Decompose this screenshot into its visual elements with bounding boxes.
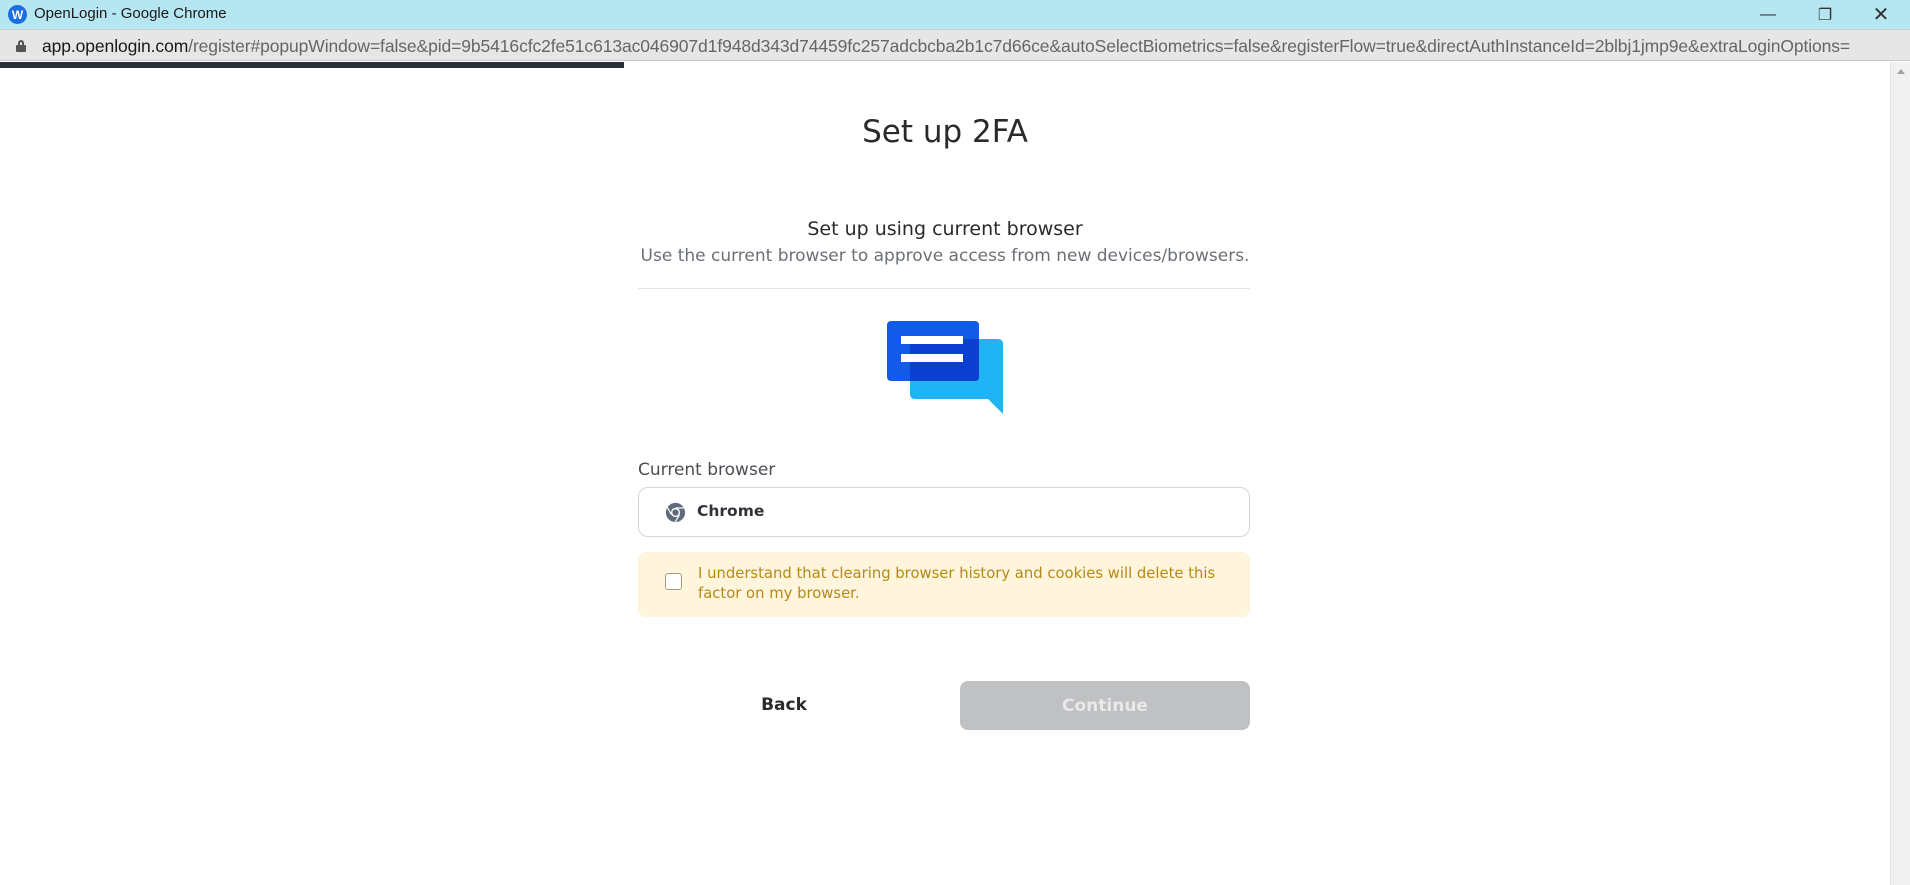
url-host: app.openlogin.com — [42, 36, 189, 56]
minimize-button[interactable]: — — [1740, 0, 1796, 29]
url-text[interactable]: app.openlogin.com/register#popupWindow=f… — [42, 36, 1850, 57]
lock-icon[interactable] — [16, 40, 26, 52]
current-browser-value: Chrome — [697, 502, 765, 520]
section-title: Set up using current browser — [807, 218, 1083, 240]
acknowledgement-notice: I understand that clearing browser histo… — [638, 552, 1250, 617]
url-path: /register#popupWindow=false&pid=9b5416cf… — [188, 36, 1851, 56]
window-titlebar: W OpenLogin - Google Chrome — ❐ ✕ — [0, 0, 1910, 29]
divider — [638, 288, 1250, 289]
address-bar[interactable]: app.openlogin.com/register#popupWindow=f… — [0, 29, 1910, 61]
page-title: Set up 2FA — [862, 114, 1028, 150]
window-title: OpenLogin - Google Chrome — [34, 5, 227, 22]
acknowledge-checkbox[interactable] — [665, 573, 682, 590]
app-icon: W — [8, 5, 27, 24]
current-browser-label: Current browser — [638, 460, 776, 480]
chat-bubbles-icon — [887, 321, 1003, 414]
close-button[interactable]: ✕ — [1853, 0, 1909, 29]
setup-2fa-page: Set up 2FA Set up using current browser … — [0, 68, 1890, 885]
scroll-up-arrow-icon[interactable] — [1897, 69, 1905, 74]
back-button[interactable]: Back — [698, 680, 870, 730]
chrome-icon — [665, 502, 686, 523]
current-browser-field: Chrome — [638, 487, 1250, 537]
continue-button[interactable]: Continue — [960, 681, 1250, 730]
maximize-button[interactable]: ❐ — [1797, 0, 1853, 29]
vertical-scrollbar[interactable] — [1890, 62, 1910, 885]
acknowledge-text[interactable]: I understand that clearing browser histo… — [698, 564, 1228, 604]
section-description: Use the current browser to approve acces… — [640, 246, 1250, 266]
